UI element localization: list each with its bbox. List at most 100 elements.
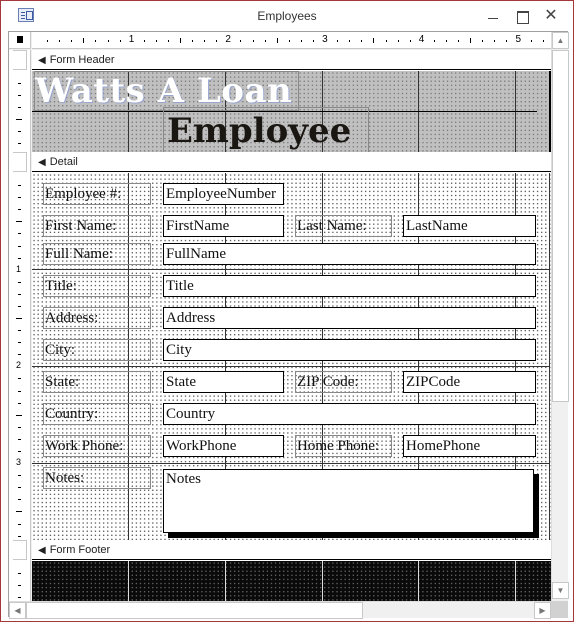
zip-code-label[interactable]: ZIP Code: bbox=[295, 371, 392, 393]
ruler-tick bbox=[240, 40, 242, 42]
ruler-tick bbox=[59, 40, 61, 42]
ruler-tick bbox=[16, 221, 22, 223]
grid-line bbox=[322, 561, 323, 601]
close-button[interactable]: ✕ bbox=[541, 6, 561, 26]
ruler-tick bbox=[470, 38, 472, 43]
ruler-tick bbox=[276, 38, 278, 43]
state-textbox[interactable]: State bbox=[163, 371, 284, 393]
work-phone-textbox[interactable]: WorkPhone bbox=[163, 435, 284, 457]
ruler-tick bbox=[349, 40, 351, 42]
maximize-button[interactable] bbox=[512, 6, 532, 26]
ruler-tick bbox=[18, 197, 21, 199]
grid-line bbox=[418, 561, 419, 601]
form-header-section[interactable]: Watts A Loan Employee bbox=[32, 71, 551, 155]
home-phone-textbox[interactable]: HomePhone bbox=[403, 435, 536, 457]
ruler-tick bbox=[167, 40, 169, 42]
last-name-label[interactable]: Last Name: bbox=[295, 215, 392, 237]
ruler-tick bbox=[18, 402, 21, 404]
ruler-tick bbox=[18, 233, 21, 235]
title-textbox[interactable]: Title bbox=[163, 275, 536, 297]
zip-code-textbox[interactable]: ZIPCode bbox=[403, 371, 536, 393]
scroll-left-arrow-icon[interactable]: ◀ bbox=[9, 602, 26, 619]
first-name-label[interactable]: First Name: bbox=[43, 215, 151, 237]
header-section-selector[interactable] bbox=[13, 50, 27, 70]
vertical-scrollbar[interactable]: ▲ ▼ bbox=[551, 32, 569, 601]
grid-line bbox=[418, 71, 419, 153]
detail-section[interactable]: Employee #: EmployeeNumber First Name: F… bbox=[32, 173, 551, 540]
ruler-tick bbox=[18, 573, 21, 574]
title-label[interactable]: Title: bbox=[43, 275, 151, 297]
horizontal-scrollbar[interactable]: ◀ ▶ bbox=[9, 601, 551, 619]
form-selector[interactable] bbox=[9, 32, 31, 49]
form-design-view: 12345 123 ◀ Form Header Watts A Loan Empl… bbox=[8, 31, 569, 619]
city-label[interactable]: City: bbox=[43, 339, 151, 361]
ruler-tick bbox=[18, 487, 21, 489]
title-bar[interactable]: Employees ✕ bbox=[1, 1, 573, 31]
form-title-label[interactable]: Employee bbox=[163, 107, 369, 155]
state-label[interactable]: State: bbox=[43, 371, 151, 393]
ruler-tick bbox=[397, 40, 399, 42]
employee-number-label[interactable]: Employee #: bbox=[43, 183, 151, 205]
ruler-tick bbox=[204, 40, 206, 42]
ruler-label: 3 bbox=[322, 34, 328, 45]
horizontal-scroll-thumb[interactable] bbox=[26, 602, 363, 619]
ruler-tick bbox=[288, 40, 290, 42]
employee-number-textbox[interactable]: EmployeeNumber bbox=[163, 183, 284, 205]
ruler-label: 1 bbox=[16, 263, 22, 274]
ruler-tick bbox=[506, 40, 508, 42]
detail-bar[interactable]: ◀ Detail bbox=[32, 152, 551, 172]
ruler-tick bbox=[18, 95, 21, 96]
minimize-button[interactable] bbox=[483, 6, 503, 26]
size-grip[interactable] bbox=[551, 601, 568, 618]
form-header-bar[interactable]: ◀ Form Header bbox=[32, 50, 551, 70]
ruler-label: 1 bbox=[128, 34, 135, 45]
city-textbox[interactable]: City bbox=[163, 339, 536, 361]
footer-section-selector[interactable] bbox=[13, 540, 27, 560]
first-name-textbox[interactable]: FirstName bbox=[163, 215, 284, 237]
ruler-tick bbox=[18, 330, 21, 332]
address-textbox[interactable]: Address bbox=[163, 307, 536, 329]
work-phone-label[interactable]: Work Phone: bbox=[43, 435, 151, 457]
ruler-tick bbox=[192, 40, 194, 42]
grid-line bbox=[32, 269, 549, 270]
ruler-tick bbox=[18, 209, 21, 211]
scroll-up-arrow-icon[interactable]: ▲ bbox=[552, 32, 569, 49]
address-label[interactable]: Address: bbox=[43, 307, 151, 329]
ruler-tick bbox=[71, 40, 73, 42]
last-name-textbox[interactable]: LastName bbox=[403, 215, 536, 237]
vertical-scroll-thumb[interactable] bbox=[552, 50, 569, 402]
notes-label[interactable]: Notes: bbox=[43, 467, 151, 489]
ruler-tick bbox=[18, 107, 21, 108]
ruler-tick bbox=[16, 511, 22, 513]
ruler-tick bbox=[18, 535, 21, 537]
ruler-tick bbox=[18, 131, 21, 132]
full-name-textbox[interactable]: FullName bbox=[163, 243, 536, 265]
company-title-label[interactable]: Watts A Loan bbox=[34, 71, 299, 111]
ruler-tick bbox=[458, 40, 460, 42]
country-textbox[interactable]: Country bbox=[163, 403, 536, 425]
form-footer-bar[interactable]: ◀ Form Footer bbox=[32, 540, 551, 560]
country-label[interactable]: Country: bbox=[43, 403, 151, 425]
grid-line bbox=[515, 71, 516, 153]
detail-section-selector[interactable] bbox=[13, 152, 27, 172]
notes-textbox[interactable]: Notes bbox=[163, 469, 534, 533]
ruler-tick bbox=[95, 40, 97, 42]
ruler-tick bbox=[143, 40, 145, 42]
ruler-tick bbox=[18, 281, 21, 283]
ruler-tick bbox=[16, 414, 22, 416]
ruler-tick bbox=[433, 40, 435, 42]
vertical-ruler[interactable]: 1 2 3 bbox=[9, 50, 31, 601]
home-phone-label[interactable]: Home Phone: bbox=[295, 435, 392, 457]
ruler-tick bbox=[83, 38, 85, 43]
grid-line bbox=[225, 561, 226, 601]
horizontal-ruler[interactable]: 1 2 3 4 5 bbox=[32, 32, 551, 49]
scroll-right-arrow-icon[interactable]: ▶ bbox=[534, 602, 551, 619]
full-name-label[interactable]: Full Name: bbox=[43, 243, 151, 265]
form-footer-section[interactable] bbox=[32, 561, 551, 601]
grid-line bbox=[515, 561, 516, 601]
ruler-tick bbox=[445, 40, 447, 42]
ruler-tick bbox=[18, 438, 21, 440]
scroll-down-arrow-icon[interactable]: ▼ bbox=[552, 582, 569, 599]
ruler-tick bbox=[18, 342, 21, 344]
ruler-tick bbox=[313, 40, 314, 42]
